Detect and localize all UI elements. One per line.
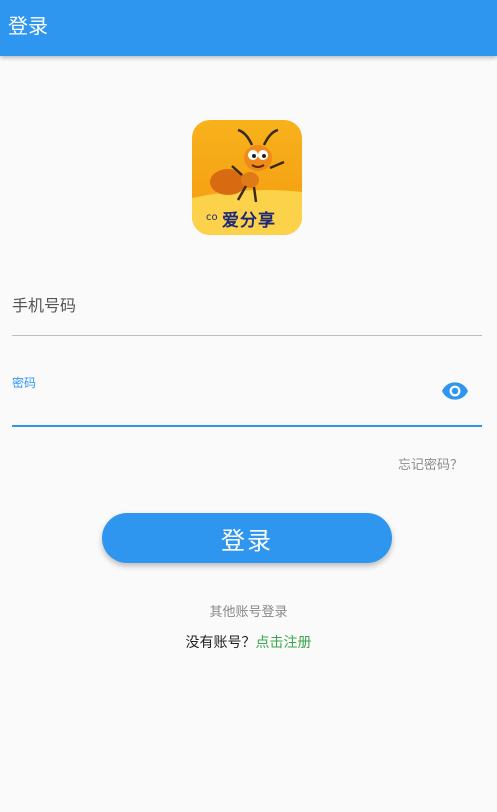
eye-icon[interactable]	[442, 381, 468, 401]
phone-underline	[12, 335, 482, 336]
password-label: 密码	[12, 376, 37, 390]
register-link[interactable]: 点击注册	[256, 635, 312, 651]
app-logo: ᴄᴏ 爱分享	[192, 120, 302, 235]
page-title: 登录	[8, 14, 48, 38]
phone-field[interactable]: 手机号码	[12, 280, 482, 336]
app-bar: 登录	[0, 0, 497, 56]
password-field[interactable]: 密码	[12, 368, 482, 428]
password-underline	[12, 425, 482, 427]
login-screen: 登录 ᴄᴏ 爱分享 手机号码 密码 忘记密码？ 登录 其他账号登录 没有账号？点…	[0, 0, 497, 812]
logo-mark: ᴄᴏ	[206, 212, 218, 223]
logo-text: 爱分享	[222, 211, 276, 231]
no-account-text: 没有账号？	[185, 635, 256, 651]
register-prompt: 没有账号？点击注册	[0, 632, 497, 652]
forgot-password-link[interactable]: 忘记密码？	[398, 454, 463, 473]
other-account-login-link[interactable]: 其他账号登录	[0, 601, 497, 620]
login-button-label: 登录	[221, 526, 273, 555]
login-button[interactable]: 登录	[102, 513, 392, 563]
phone-placeholder: 手机号码	[12, 296, 77, 315]
